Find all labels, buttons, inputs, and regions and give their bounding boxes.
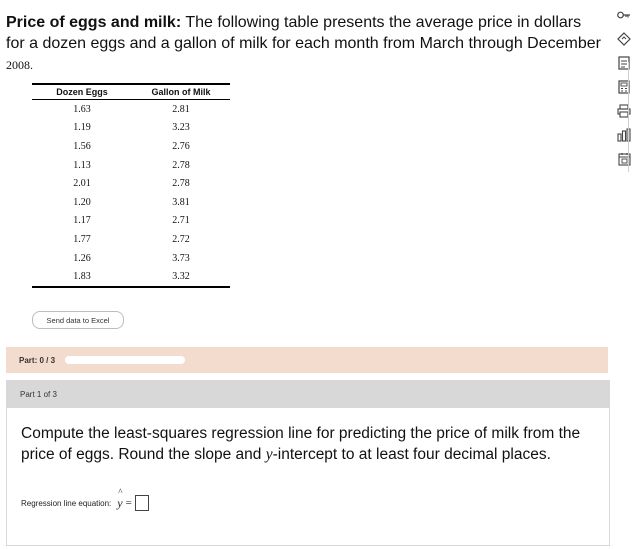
table-cell: 2.81 [172,103,190,115]
y-hat-symbol: ^ y [117,487,123,511]
table-cell: 2.01 [73,178,91,190]
table-cell: 1.19 [73,122,91,134]
diamond-icon[interactable] [615,30,633,48]
table-cell: 1.26 [73,252,91,264]
table-row: 1.13 2.78 [32,156,230,175]
table-cell: 1.20 [73,196,91,208]
table-cell: 3.73 [172,252,190,264]
key-icon[interactable] [615,6,633,24]
table-row: 1.26 3.73 [32,249,230,268]
table-row: 1.17 2.71 [32,212,230,231]
problem-title: Price of eggs and milk: [6,14,182,31]
problem-statement: Price of eggs and milk: The following ta… [6,12,602,76]
table-cell: 2.72 [172,233,190,245]
table-cell: 1.13 [73,159,91,171]
table-cell: 1.17 [73,215,91,227]
answer-input[interactable] [134,495,149,511]
progress-label-text: Part: [19,355,38,365]
answer-variable: y [117,495,123,510]
part-card: Part 1 of 3 Compute the least-squares re… [6,380,610,546]
calendar-icon[interactable] [615,150,633,168]
table-row: 1.63 2.81 [32,100,230,119]
chart-icon[interactable] [615,126,633,144]
progress-track [65,356,186,364]
progress-label: Part: 0 / 3 [19,356,55,365]
progress-value: 0 / 3 [39,355,56,365]
table-cell: 3.23 [172,122,190,134]
answer-label: Regression line equation: [21,498,112,508]
table-cell: 3.81 [172,196,190,208]
table-cell: 1.63 [73,103,91,115]
table-row: 2.01 2.78 [32,174,230,193]
table-row: 1.56 2.76 [32,137,230,156]
table-cell: 2.78 [172,159,190,171]
answer-row: Regression line equation: ^ y = [21,487,149,511]
calculator-icon[interactable] [615,78,633,96]
table-cell: 2.71 [172,215,190,227]
hat-icon: ^ [118,486,123,497]
data-table: Dozen Eggs Gallon of Milk 1.63 2.81 1.19 3… [32,83,230,288]
table-row: 1.20 3.81 [32,193,230,212]
table-row: 1.77 2.72 [32,230,230,249]
column-header: Gallon of Milk [151,87,211,97]
table-cell: 1.83 [73,271,91,283]
table-cell: 1.77 [73,233,91,245]
send-to-excel-button[interactable]: Send data to Excel [32,311,124,329]
question-text: Compute the least-squares regression lin… [21,423,591,465]
printer-icon[interactable] [615,102,633,120]
toolbar-divider [628,62,629,172]
table-row: 1.19 3.23 [32,119,230,138]
part-header: Part 1 of 3 [7,381,609,408]
progress-bar-section: Part: 0 / 3 [6,347,608,373]
side-toolbar [612,6,634,174]
table-cell: 3.32 [172,271,190,283]
table-cell: 2.76 [172,140,190,152]
table-header: Dozen Eggs Gallon of Milk [32,85,230,100]
table-row: 1.83 3.32 [32,267,230,286]
document-icon[interactable] [615,54,633,72]
table-cell: 2.78 [172,178,190,190]
equals-sign: = [125,497,132,509]
question-variable: y [265,446,273,463]
column-header: Dozen Eggs [56,87,108,97]
question-text-end: -intercept to at least four decimal plac… [272,446,551,463]
problem-year: 2008. [6,58,33,72]
table-cell: 1.56 [73,140,91,152]
